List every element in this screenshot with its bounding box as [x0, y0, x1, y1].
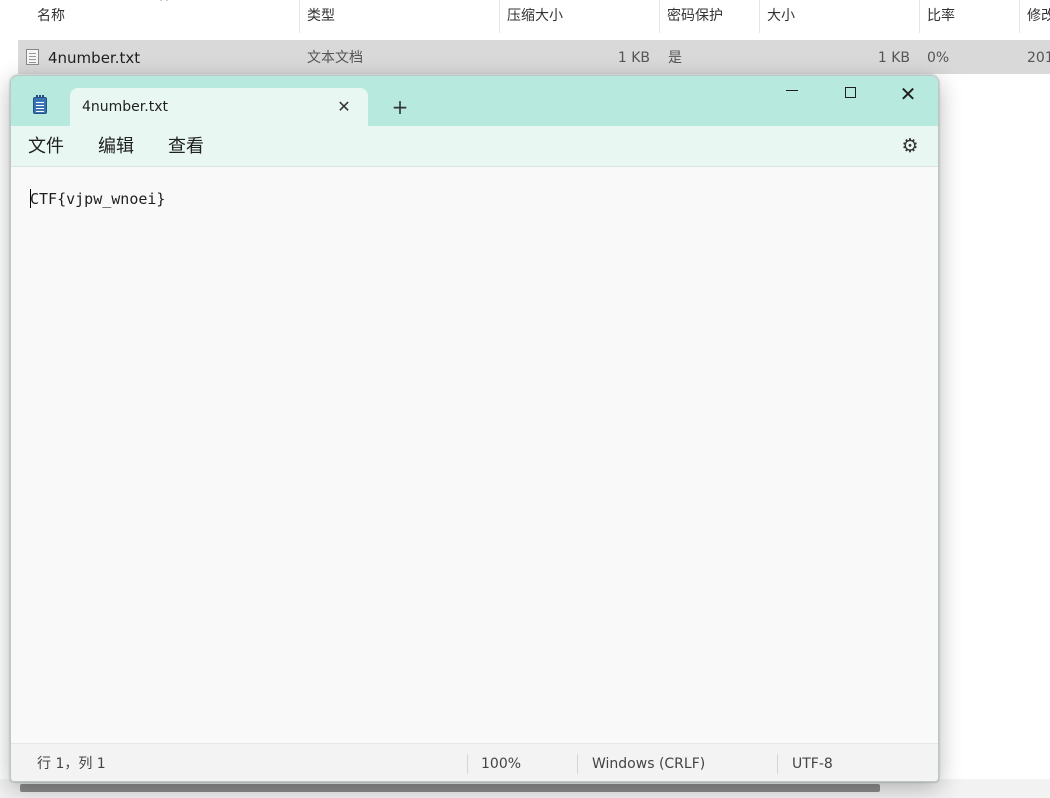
- menu-file[interactable]: 文件: [28, 126, 64, 167]
- file-password: 是: [668, 50, 682, 66]
- status-divider: [467, 754, 468, 774]
- close-tab-icon[interactable]: ✕: [332, 95, 356, 119]
- notepad-window: 4number.txt ✕ + ✕ 文件 编辑 查看 ⚙ CTF{vjpw_wn…: [10, 75, 939, 782]
- menu-edit[interactable]: 编辑: [98, 126, 134, 167]
- tab-title: 4number.txt: [82, 99, 168, 115]
- scrollbar-thumb[interactable]: [20, 784, 880, 792]
- menu-bar: 文件 编辑 查看 ⚙: [11, 126, 938, 167]
- column-header-size[interactable]: 大小: [760, 0, 920, 33]
- text-caret: [30, 189, 31, 208]
- status-bar: 行 1，列 1 100% Windows (CRLF) UTF-8: [11, 743, 938, 781]
- file-modified: 201: [1027, 50, 1050, 66]
- close-window-button[interactable]: ✕: [879, 76, 937, 112]
- status-divider: [777, 754, 778, 774]
- new-tab-button[interactable]: +: [386, 93, 414, 121]
- gear-icon[interactable]: ⚙: [900, 136, 920, 156]
- archive-file-row[interactable]: 4number.txt 文本文档 1 KB 是 1 KB 0% 201: [18, 40, 1050, 74]
- tab-4number-txt[interactable]: 4number.txt ✕: [70, 88, 368, 126]
- title-bar[interactable]: 4number.txt ✕ + ✕: [11, 76, 938, 126]
- status-line-endings[interactable]: Windows (CRLF): [592, 744, 705, 781]
- status-divider: [577, 754, 578, 774]
- notepad-app-icon: [33, 95, 47, 114]
- file-ratio: 0%: [927, 50, 950, 66]
- column-header-type[interactable]: 类型: [300, 0, 500, 33]
- status-encoding[interactable]: UTF-8: [792, 744, 833, 781]
- maximize-button[interactable]: [821, 76, 879, 112]
- status-cursor-position: 行 1，列 1: [37, 756, 106, 772]
- archive-column-header: 名称 ^ 类型 压缩大小 密码保护 大小 比率 修改: [0, 0, 1050, 33]
- maximize-icon: [844, 86, 856, 98]
- minimize-icon: [786, 89, 798, 91]
- column-header-password[interactable]: 密码保护: [660, 0, 760, 33]
- file-compressed-size: 1 KB: [617, 50, 650, 66]
- column-header-compressed-size[interactable]: 压缩大小: [500, 0, 660, 33]
- column-header-ratio[interactable]: 比率: [920, 0, 1020, 33]
- text-editor[interactable]: CTF{vjpw_wnoei}: [11, 167, 938, 743]
- status-zoom[interactable]: 100%: [481, 744, 521, 781]
- editor-content[interactable]: CTF{vjpw_wnoei}: [30, 188, 165, 210]
- file-size: 1 KB: [877, 50, 910, 66]
- file-type: 文本文档: [307, 50, 363, 66]
- file-name: 4number.txt: [48, 49, 141, 67]
- menu-view[interactable]: 查看: [168, 126, 204, 167]
- minimize-button[interactable]: [763, 76, 821, 112]
- sort-ascending-icon: ^: [159, 0, 170, 9]
- column-header-modified[interactable]: 修改: [1020, 0, 1050, 33]
- text-file-icon: [26, 49, 39, 65]
